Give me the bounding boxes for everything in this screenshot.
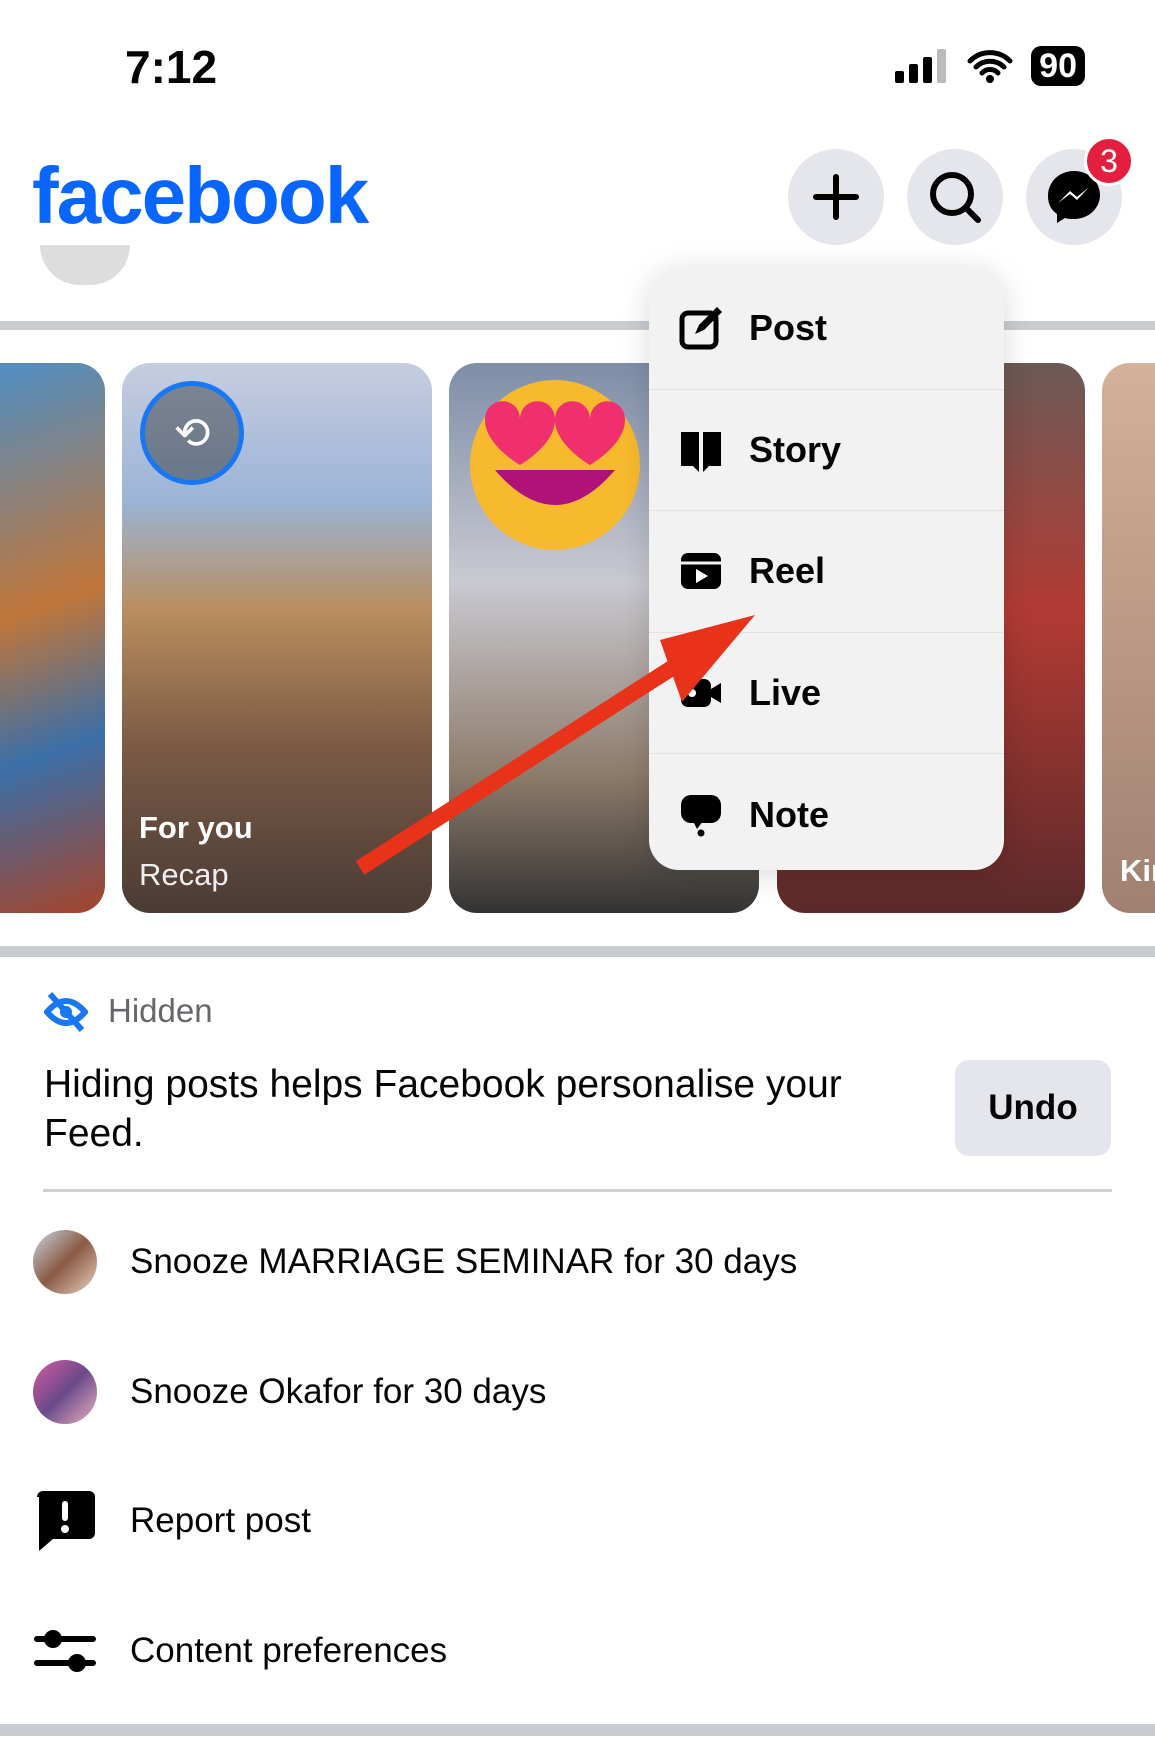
option-label: Content preferences — [130, 1631, 448, 1670]
story-sublabel: Recap — [139, 857, 229, 892]
report-icon — [37, 1491, 95, 1551]
partial-avatar — [40, 245, 130, 285]
book-icon — [681, 431, 721, 472]
option-report-post[interactable]: Report post — [33, 1486, 311, 1556]
sliders-icon — [34, 1630, 96, 1672]
status-icons: 90 — [895, 46, 1085, 86]
option-snooze-page[interactable]: Snooze MARRIAGE SEMINAR for 30 days — [33, 1227, 797, 1297]
signal-icon — [895, 49, 947, 83]
hidden-message: Hiding posts helps Facebook personalise … — [44, 1063, 842, 1155]
battery-level: 90 — [1031, 46, 1085, 86]
edit-icon — [679, 307, 722, 350]
option-snooze-person[interactable]: Snooze Okafor for 30 days — [33, 1357, 546, 1427]
divider — [43, 1189, 1112, 1192]
menu-label: Live — [749, 671, 822, 713]
story-card-for-you[interactable]: ⟲ For you Recap — [122, 363, 432, 913]
menu-item-live[interactable]: Live — [649, 633, 1004, 754]
heart-eyes-emoji — [470, 380, 640, 550]
story-card[interactable]: Kir — [1102, 363, 1155, 913]
menu-item-reel[interactable]: Reel — [649, 511, 1004, 633]
speech-bubble-icon — [681, 794, 721, 837]
undo-button[interactable]: Undo — [955, 1060, 1111, 1156]
story-label: Kir — [1120, 853, 1155, 888]
create-button[interactable] — [788, 149, 884, 245]
messenger-badge: 3 — [1084, 136, 1134, 186]
video-camera-icon — [681, 678, 721, 707]
story-label: For you — [139, 810, 253, 845]
option-label: Snooze Okafor for 30 days — [130, 1372, 547, 1411]
create-menu: Post Story Reel Live Note — [649, 268, 1004, 870]
search-button[interactable] — [907, 149, 1003, 245]
status-time: 7:12 — [125, 41, 218, 93]
facebook-logo[interactable]: facebook — [32, 150, 369, 242]
option-label: Report post — [130, 1501, 311, 1540]
hidden-label: Hidden — [108, 992, 213, 1029]
divider — [0, 946, 1155, 957]
menu-label: Story — [749, 428, 842, 470]
menu-label: Post — [749, 307, 828, 349]
menu-item-story[interactable]: Story — [649, 390, 1004, 511]
divider — [0, 1724, 1155, 1736]
page-avatar — [33, 1230, 97, 1294]
person-avatar — [33, 1360, 97, 1424]
menu-label: Reel — [749, 550, 826, 592]
menu-item-note[interactable]: Note — [649, 754, 1004, 870]
menu-label: Note — [749, 793, 829, 835]
plus-icon — [813, 174, 859, 220]
recap-icon: ⟲ — [140, 381, 244, 485]
reel-icon — [681, 553, 721, 590]
option-label: Snooze MARRIAGE SEMINAR for 30 days — [130, 1242, 798, 1281]
option-content-preferences[interactable]: Content preferences — [33, 1616, 447, 1686]
story-card[interactable] — [0, 363, 105, 913]
search-icon — [930, 172, 981, 223]
menu-item-post[interactable]: Post — [649, 268, 1004, 390]
hidden-eye-icon — [44, 992, 88, 1032]
wifi-icon — [967, 50, 1013, 83]
